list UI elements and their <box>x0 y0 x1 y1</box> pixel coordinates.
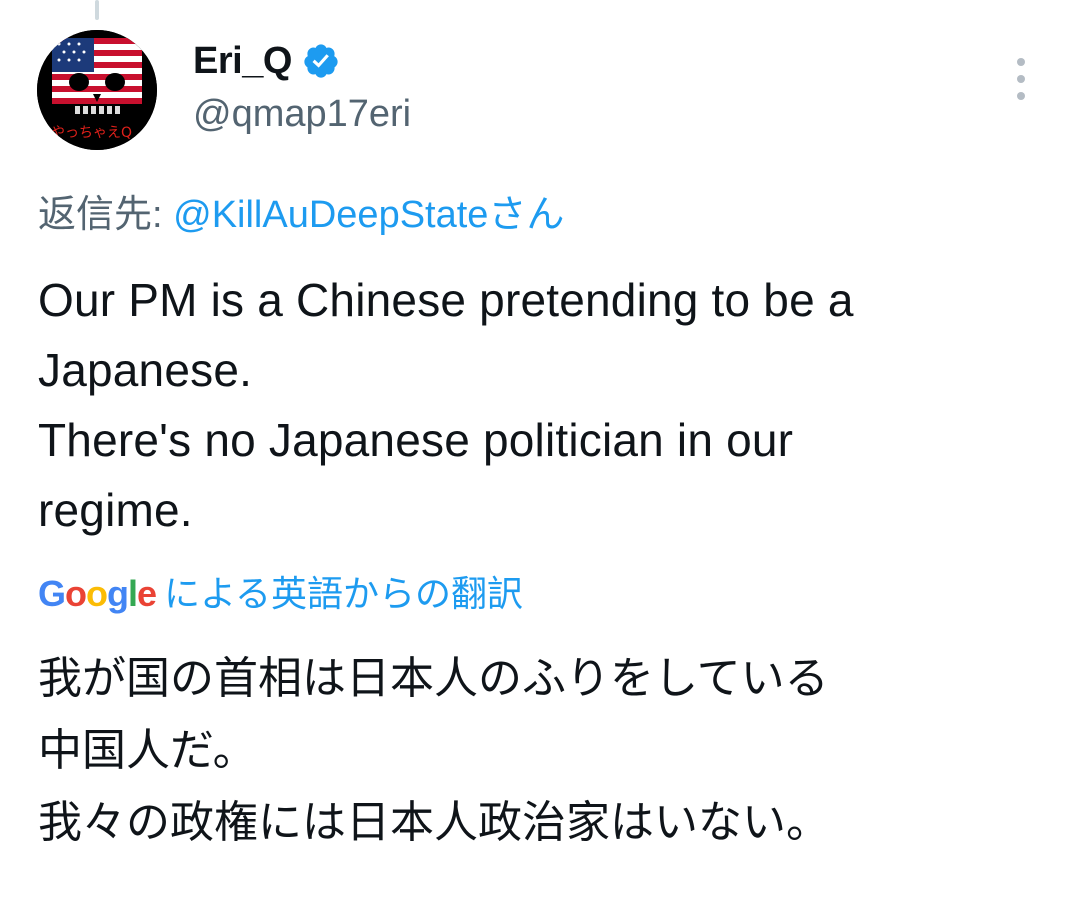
google-logo-letter: o <box>86 573 108 614</box>
translation-label[interactable]: による英語からの翻訳 <box>164 565 523 617</box>
reply-context: 返信先: @KillAuDeepStateさん <box>38 183 564 238</box>
google-logo-letter: G <box>38 573 66 614</box>
avatar[interactable]: やっちゃえQ <box>37 30 157 150</box>
google-logo-letter: e <box>137 573 157 614</box>
author-display-name[interactable]: Eri_Q <box>193 40 292 83</box>
more-vertical-icon-dot <box>1017 75 1025 83</box>
author-handle[interactable]: @qmap17eri <box>193 93 411 136</box>
google-logo: Google <box>38 573 157 615</box>
translated-text-line: 我々の政権には日本人政治家はいない。 <box>38 798 830 847</box>
tweet-text-line: There's no Japanese politician in our <box>38 414 794 466</box>
translated-text-line: 我が国の首相は日本人のふりをしている <box>38 654 829 703</box>
translation-attribution[interactable]: Google による英語からの翻訳 <box>38 565 523 617</box>
google-logo-letter: l <box>128 573 138 614</box>
more-options-button[interactable] <box>1004 54 1038 104</box>
avatar-caption: やっちゃえQ <box>51 125 133 141</box>
reply-prefix: 返信先: <box>38 194 174 236</box>
verified-badge-icon <box>304 44 338 78</box>
author-name-row[interactable]: Eri_Q <box>193 36 340 86</box>
tweet-body: Our PM is a Chinese pretending to be a J… <box>38 265 1048 545</box>
reply-mention-link[interactable]: @KillAuDeepStateさん <box>173 194 564 236</box>
tweet-text-line: Japanese. <box>38 344 253 396</box>
more-vertical-icon-dot <box>1017 92 1025 100</box>
translated-body: 我が国の首相は日本人のふりをしている 中国人だ。 我々の政権には日本人政治家はい… <box>38 643 1048 859</box>
tweet-text-line: regime. <box>38 484 193 536</box>
translated-text-line: 中国人だ。 <box>38 726 257 775</box>
google-logo-letter: g <box>107 573 129 614</box>
tweet-text-line: Our PM is a Chinese pretending to be a <box>38 274 854 326</box>
google-logo-letter: o <box>65 573 87 614</box>
more-vertical-icon <box>1017 58 1025 66</box>
thread-connector-line <box>95 0 99 20</box>
